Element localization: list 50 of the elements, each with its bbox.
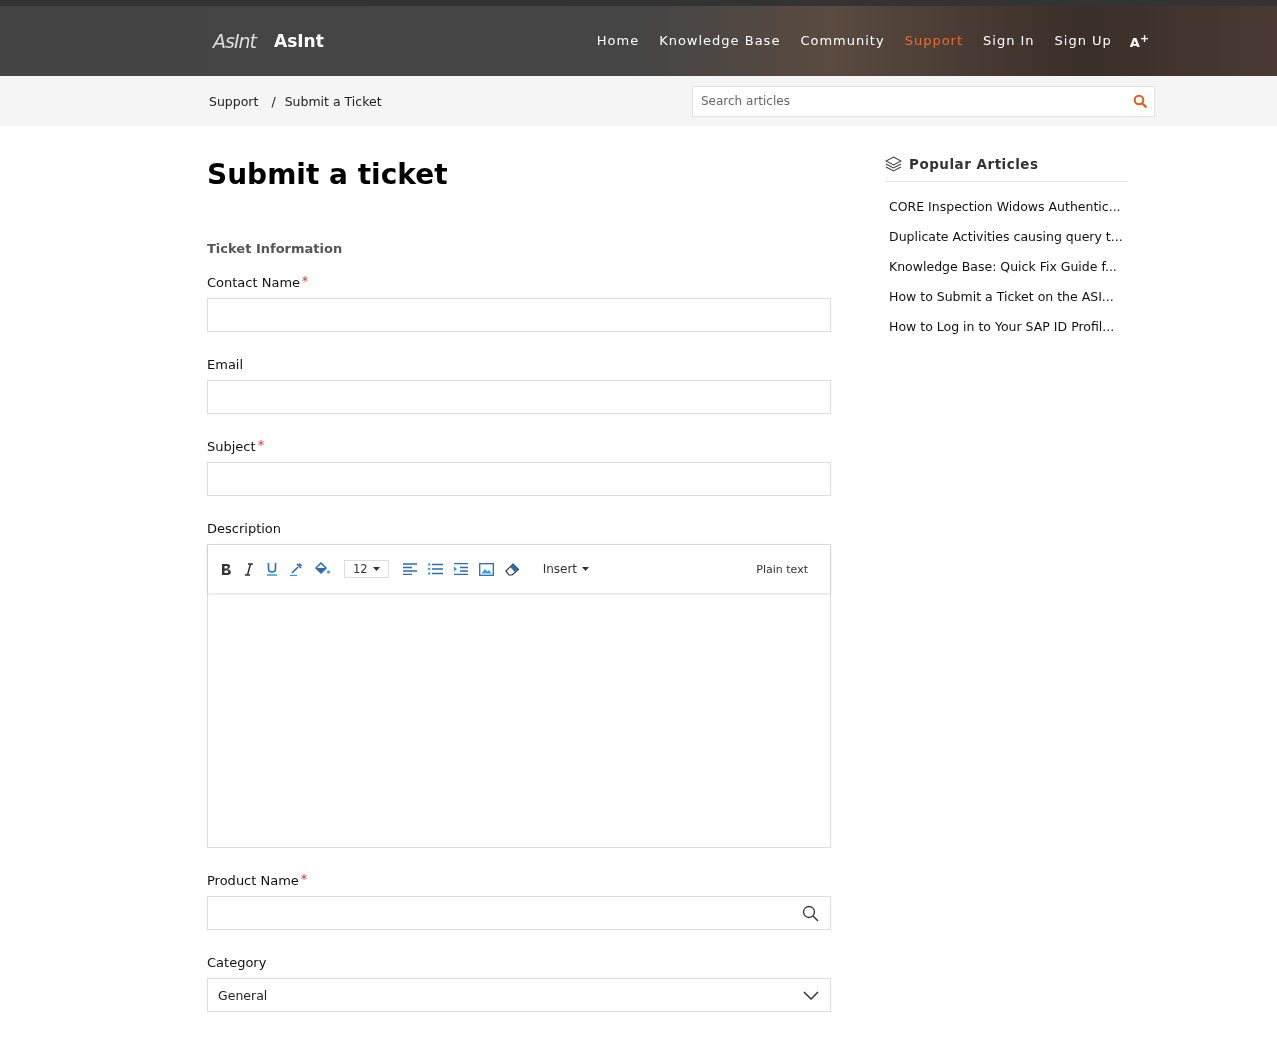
article-link[interactable]: CORE Inspection Widows Authentic... (889, 199, 1128, 214)
underline-icon (266, 562, 278, 576)
nav-link[interactable]: Sign In (983, 33, 1035, 49)
indent-icon (453, 563, 468, 575)
brand-name[interactable]: AsInt (274, 31, 324, 51)
article-link[interactable]: How to Submit a Ticket on the ASI... (889, 289, 1128, 304)
sidebar-title: Popular Articles (909, 156, 1039, 172)
bullet-list-icon (427, 563, 443, 575)
eyedropper-icon (289, 562, 303, 576)
paint-bucket-icon (314, 562, 331, 576)
nav-link[interactable]: Knowledge Base (659, 33, 781, 49)
image-icon (478, 562, 494, 576)
caret-icon (372, 567, 380, 571)
breadcrumb-link[interactable]: Support (209, 93, 259, 109)
insert-dropdown[interactable]: Insert (542, 557, 590, 581)
article-link[interactable]: Knowledge Base: Quick Fix Guide f... (889, 259, 1128, 274)
field-label: Email (207, 357, 244, 372)
section-title: Ticket Information (207, 241, 344, 256)
font-size-dropdown[interactable]: 12 (344, 560, 389, 578)
input-field[interactable] (207, 298, 831, 332)
lookup-field[interactable] (207, 896, 831, 930)
field-label: Product Name (207, 873, 299, 888)
nav-link[interactable]: Home (596, 33, 640, 49)
align-left-icon (402, 563, 417, 575)
search-field[interactable]: Search articles (692, 85, 1155, 117)
input-field[interactable] (207, 462, 831, 496)
breadcrumb-separator: / (271, 93, 276, 109)
plain-text-toggle[interactable]: Plain text (756, 557, 808, 581)
text-size-button[interactable]: A$^{+}$ (1129, 31, 1149, 51)
nav-link[interactable]: Sign Up (1054, 33, 1112, 49)
article-link[interactable]: Duplicate Activities causing query t... (889, 229, 1128, 244)
bold-icon (220, 562, 232, 576)
field-label: Category (207, 955, 267, 970)
page-title: Submit a ticket (207, 158, 449, 191)
text-editor[interactable]: 12 Insert Plain text (207, 544, 831, 848)
caret-icon (582, 567, 590, 571)
chevron-down-icon (803, 990, 819, 1000)
field-label: Subject (207, 439, 256, 454)
logo[interactable]: AsInt (213, 30, 256, 52)
input-field[interactable] (207, 380, 831, 414)
nav-link[interactable]: Community (800, 33, 885, 49)
article-link[interactable]: How to Log in to Your SAP ID Profil... (889, 319, 1128, 334)
select-field[interactable]: General (207, 978, 831, 1012)
search-icon[interactable] (802, 904, 819, 922)
field-label: Description (207, 521, 282, 536)
layers-icon (885, 156, 902, 172)
field-label: Contact Name (207, 275, 301, 290)
italic-icon (243, 562, 255, 576)
eraser-icon (504, 562, 520, 576)
breadcrumb-link[interactable]: Submit a Ticket (284, 93, 382, 109)
